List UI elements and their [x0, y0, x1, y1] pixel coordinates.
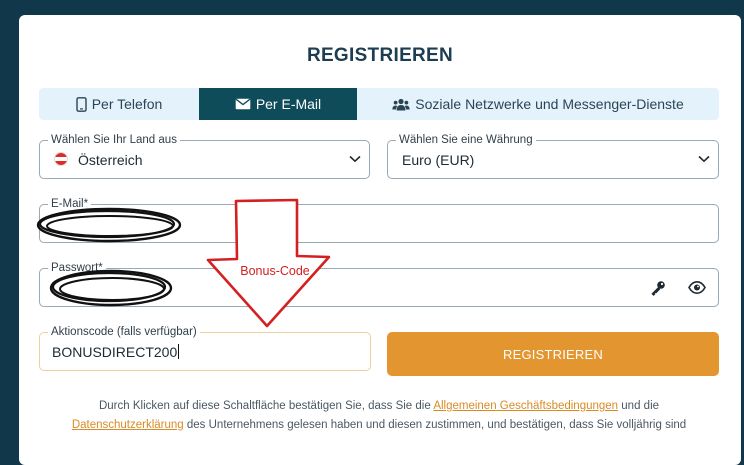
- text-cursor: [178, 344, 180, 359]
- eye-icon[interactable]: [688, 281, 706, 294]
- phone-icon: [76, 96, 87, 112]
- tab-phone-label: Per Telefon: [91, 96, 163, 112]
- tab-social-label: Soziale Netzwerke und Messenger-Dienste: [415, 96, 684, 112]
- tab-email-label: Per E-Mail: [255, 96, 322, 112]
- key-icon[interactable]: [650, 280, 666, 296]
- tab-social[interactable]: Soziale Netzwerke und Messenger-Dienste: [357, 88, 719, 120]
- country-label: Wählen Sie Ihr Land aus: [48, 133, 180, 147]
- currency-value: Euro (EUR): [402, 152, 475, 168]
- chevron-down-icon: [349, 155, 361, 163]
- country-select[interactable]: Wählen Sie Ihr Land aus Österreich: [39, 133, 370, 179]
- privacy-link[interactable]: Datenschutzerklärung: [72, 419, 184, 431]
- tab-email[interactable]: Per E-Mail: [199, 88, 357, 120]
- envelope-icon: [235, 98, 251, 110]
- registration-tabs: Per Telefon Per E-Mail Soziale Netzwerke…: [39, 88, 719, 120]
- promo-code-value: BONUSDIRECT200: [52, 344, 180, 360]
- page-title: REGISTRIEREN: [306, 45, 454, 66]
- password-redaction-scribble: [49, 269, 173, 307]
- country-value: Österreich: [78, 152, 143, 168]
- terms-text: Durch Klicken auf diese Schaltfläche bes…: [71, 400, 687, 431]
- bonus-code-annotation-label: Bonus-Code: [240, 264, 310, 278]
- users-icon: [392, 98, 410, 110]
- promo-code-field[interactable]: Aktionscode (falls verfügbar) BONUSDIREC…: [39, 325, 371, 371]
- tab-phone[interactable]: Per Telefon: [39, 88, 199, 120]
- terms-link[interactable]: Allgemeinen Geschäftsbedingungen: [433, 400, 618, 412]
- register-button[interactable]: REGISTRIEREN: [387, 332, 719, 376]
- email-redaction-scribble: [36, 207, 182, 243]
- currency-label: Wählen Sie eine Währung: [396, 133, 536, 147]
- promo-code-label: Aktionscode (falls verfügbar): [48, 325, 200, 339]
- bonus-code-arrow-annotation: Bonus-Code: [205, 198, 345, 330]
- austria-flag-icon: [54, 152, 68, 166]
- currency-select[interactable]: Wählen Sie eine Währung Euro (EUR): [387, 133, 719, 179]
- chevron-down-icon: [698, 155, 710, 163]
